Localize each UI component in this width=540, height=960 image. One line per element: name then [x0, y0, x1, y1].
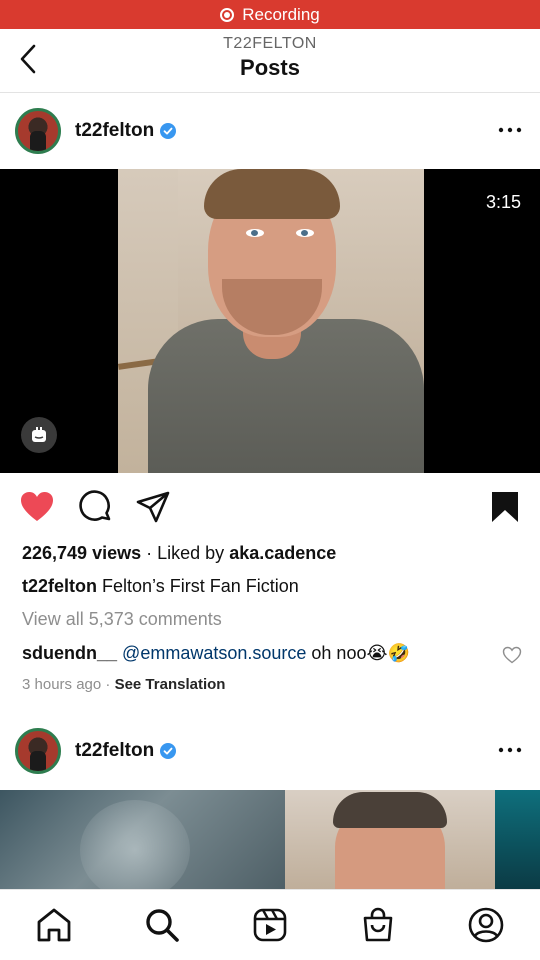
post-meta: 3 hours ago · See Translation	[22, 676, 226, 693]
nav-subtitle: T22FELTON	[223, 35, 317, 52]
video-frame	[118, 169, 424, 473]
comment-icon[interactable]	[78, 489, 114, 525]
shop-icon[interactable]	[359, 906, 397, 944]
comment-mention[interactable]: @emmawatson.source	[122, 643, 306, 663]
audio-button[interactable]	[21, 417, 57, 453]
like-heart-icon[interactable]	[19, 489, 55, 525]
recording-label: Recording	[242, 4, 320, 24]
view-count[interactable]: 226,749 views	[22, 543, 141, 563]
post-time: 3 hours ago	[22, 676, 102, 693]
avatar[interactable]	[15, 108, 61, 154]
post-media-2[interactable]	[0, 790, 540, 890]
liked-by-user[interactable]: aka.cadence	[229, 543, 336, 563]
bottom-tab-bar	[0, 889, 540, 960]
post-header-2: t22felton	[0, 713, 540, 789]
more-options-icon[interactable]	[498, 743, 522, 757]
profile-icon[interactable]	[467, 906, 505, 944]
caption-text: Felton’s First Fan Fiction	[102, 576, 299, 596]
post-video[interactable]: 3:15	[0, 169, 540, 473]
comment-like-icon[interactable]	[502, 645, 522, 665]
comment-text: oh noo😭🤣	[311, 643, 410, 663]
caption-username[interactable]: t22felton	[22, 576, 97, 596]
post-username[interactable]: t22felton	[75, 120, 154, 142]
see-translation-link[interactable]: See Translation	[115, 676, 226, 693]
verified-badge-icon	[160, 743, 177, 759]
audio-icon	[32, 427, 46, 442]
views-and-likes: 226,749 views · Liked by aka.cadence	[22, 543, 337, 563]
record-icon	[220, 7, 235, 22]
share-send-icon[interactable]	[135, 489, 171, 525]
comment-preview: sduendn__ @emmawatson.source oh noo😭🤣	[22, 643, 410, 664]
save-bookmark-icon[interactable]	[487, 489, 523, 525]
page-title: Posts	[240, 55, 300, 80]
post-header: t22felton	[0, 93, 540, 169]
avatar[interactable]	[15, 728, 61, 774]
video-duration: 3:15	[485, 192, 521, 212]
view-all-comments-link[interactable]: View all 5,373 comments	[22, 609, 222, 630]
post-caption: t22felton Felton’s First Fan Fiction	[22, 576, 299, 597]
more-options-icon[interactable]	[498, 123, 522, 137]
recording-indicator: Recording	[0, 0, 540, 29]
comment-username[interactable]: sduendn__	[22, 643, 117, 663]
verified-badge-icon	[160, 123, 177, 139]
reels-icon[interactable]	[251, 906, 289, 944]
home-icon[interactable]	[35, 906, 73, 944]
post-actions	[0, 489, 540, 529]
top-nav: T22FELTON Posts	[0, 29, 540, 93]
search-icon[interactable]	[143, 906, 181, 944]
post-username[interactable]: t22felton	[75, 740, 154, 762]
liked-by-prefix: Liked by	[157, 543, 225, 563]
